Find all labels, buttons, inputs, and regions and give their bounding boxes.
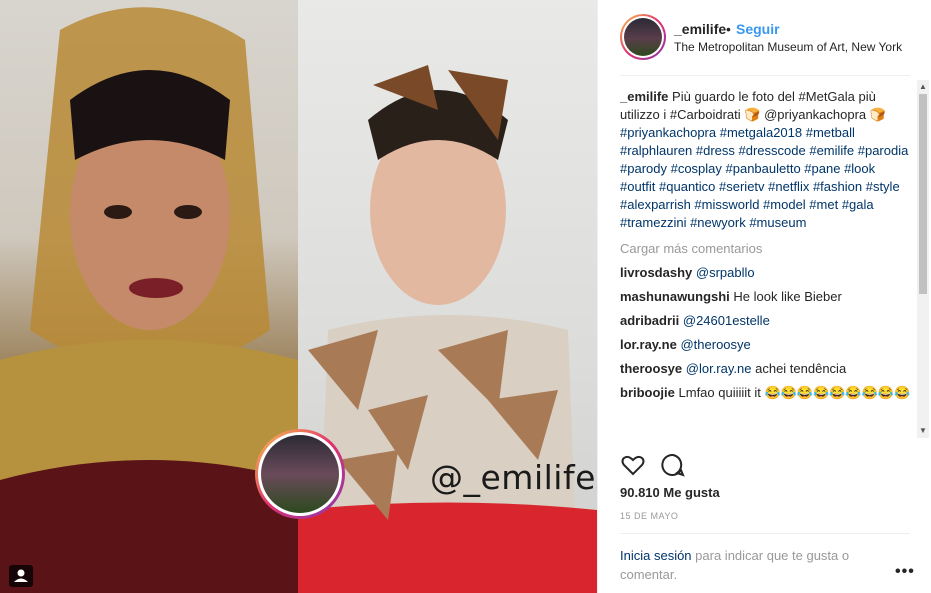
comments-list[interactable]: _emilife Più guardo le foto del #MetGala… — [620, 88, 910, 438]
comment-username[interactable]: adribadrii — [620, 313, 679, 328]
header-username[interactable]: _emilife — [674, 21, 726, 37]
comment-username[interactable]: livrosdashy — [620, 265, 692, 280]
like-count[interactable]: 90.810 Me gusta — [620, 485, 720, 500]
comment-mention[interactable]: @theroosye — [680, 337, 750, 352]
comment-mention[interactable]: @srpabllo — [696, 265, 755, 280]
comment-mention[interactable]: @24601estelle — [683, 313, 770, 328]
scroll-down-icon[interactable]: ▼ — [919, 426, 927, 435]
scrollbar-thumb[interactable] — [919, 94, 927, 294]
post-photo[interactable]: @_emilife — [0, 0, 597, 593]
header-avatar[interactable] — [620, 14, 666, 60]
comment-row: lor.ray.ne @theroosye — [620, 336, 910, 354]
comment-username[interactable]: briboojie — [620, 385, 675, 400]
header-divider — [620, 75, 910, 76]
caption-hashtags[interactable]: #priyankachopra #metgala2018 #metball #r… — [620, 125, 908, 230]
more-options-icon[interactable]: ••• — [895, 563, 915, 581]
heart-icon[interactable] — [620, 452, 646, 478]
user-tag-button[interactable] — [9, 565, 33, 587]
post-side-panel: _emilife • Seguir The Metropolitan Museu… — [597, 0, 931, 593]
comment-text: achei tendência — [755, 361, 847, 376]
login-prompt: Inicia sesión para indicar que te gusta … — [620, 546, 880, 584]
follow-button[interactable]: Seguir — [736, 21, 780, 37]
comment-row: theroosye @lor.ray.ne achei tendência — [620, 360, 910, 378]
photo-right-half — [298, 0, 597, 593]
comment-username[interactable]: lor.ray.ne — [620, 337, 677, 352]
caption-username[interactable]: _emilife — [620, 89, 668, 104]
location-link[interactable]: The Metropolitan Museum of Art, New York — [674, 40, 902, 54]
comment-username[interactable]: theroosye — [620, 361, 682, 376]
comment-row: mashunawungshi He look like Bieber — [620, 288, 910, 306]
login-link[interactable]: Inicia sesión — [620, 548, 692, 563]
overlay-avatar — [255, 429, 345, 519]
bread-costume-illustration — [298, 65, 597, 593]
header-separator: • — [726, 21, 731, 37]
comments-scrollbar[interactable]: ▲ ▼ — [917, 80, 929, 438]
post-date: 15 DE MAYO — [620, 511, 679, 521]
comment-icon[interactable] — [660, 452, 686, 478]
photo-watermark: @_emilife — [430, 458, 596, 497]
post-header: _emilife • Seguir The Metropolitan Museu… — [598, 0, 931, 75]
comment-row: adribadrii @24601estelle — [620, 312, 910, 330]
scroll-up-icon[interactable]: ▲ — [919, 82, 927, 91]
person-icon — [14, 569, 28, 582]
comment-username[interactable]: mashunawungshi — [620, 289, 730, 304]
comment-row: livrosdashy @srpabllo — [620, 264, 910, 282]
headpiece-illustration — [0, 7, 298, 593]
comment-row: briboojie Lmfao quiiiiit it 😂😂😂😂😂😂😂😂😂 — [620, 384, 910, 402]
load-more-comments[interactable]: Cargar más comentarios — [620, 240, 910, 258]
post-caption: _emilife Più guardo le foto del #MetGala… — [620, 88, 910, 232]
photo-left-half — [0, 0, 298, 593]
comment-mention[interactable]: @lor.ray.ne — [686, 361, 752, 376]
comment-text: He look like Bieber — [733, 289, 842, 304]
comment-text: Lmfao quiiiiit it 😂😂😂😂😂😂😂😂😂 — [678, 385, 910, 400]
footer-divider — [620, 533, 910, 534]
